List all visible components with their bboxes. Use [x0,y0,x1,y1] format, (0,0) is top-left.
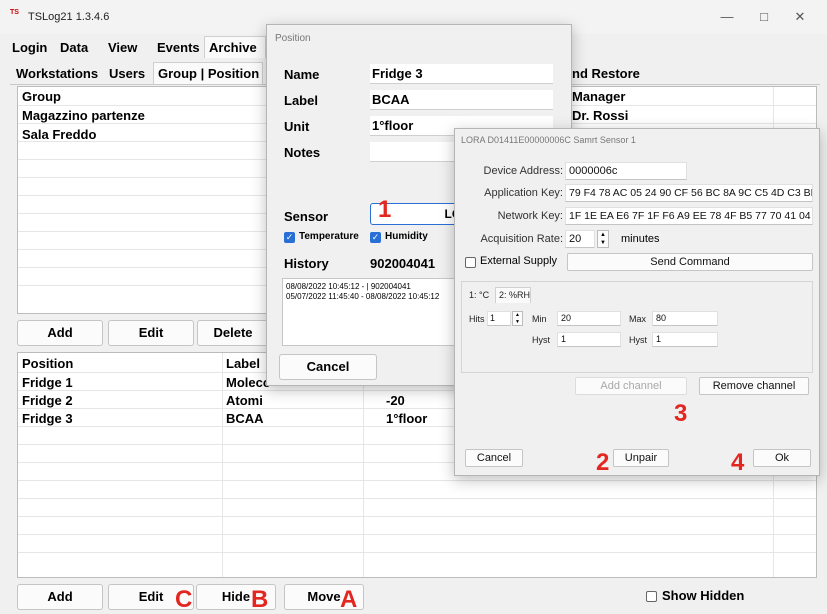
add-channel-button[interactable]: Add channel [575,377,687,395]
tab-workstations[interactable]: Workstations [16,66,98,81]
humidity-label: Humidity [385,231,428,242]
app-key-label: Application Key: [484,187,563,199]
max-field[interactable]: 80 [652,311,718,326]
hyst-max-label: Hyst [629,335,647,345]
hyst-min-label: Hyst [532,335,550,345]
lora-sensor-dialog: LORA D01411E00000006C Samrt Sensor 1 Dev… [454,128,820,476]
app-logo-icon: TS [10,9,19,16]
temperature-checkbox[interactable]: ✓ [284,232,295,243]
annotation-marker-4: 4 [731,449,745,476]
table-row-unit: 1°floor [386,411,428,426]
menu-data[interactable]: Data [60,40,88,55]
table-row-unit: -20 [386,393,405,408]
label-header: Label [226,356,260,371]
tab-group-position[interactable]: Group | Position [158,66,259,81]
hits-field[interactable]: 1 [487,311,511,326]
acquisition-rate-unit: minutes [621,233,660,245]
remove-channel-button[interactable]: Remove channel [699,377,809,395]
unit-label: Unit [284,119,310,134]
annotation-marker-3: 3 [674,400,688,427]
hyst-max-field[interactable]: 1 [652,332,718,347]
delete-group-button[interactable]: Delete [197,320,269,346]
humidity-checkbox[interactable]: ✓ [370,232,381,243]
add-position-button[interactable]: Add [17,584,103,610]
table-row-label: BCAA [226,411,264,426]
min-label: Min [532,314,547,324]
add-group-button[interactable]: Add [17,320,103,346]
table-row[interactable]: Fridge 1 [22,375,73,390]
hits-stepper[interactable]: ▲ ▼ [512,311,523,326]
show-hidden-label: Show Hidden [662,588,745,603]
table-row[interactable]: Sala Freddo [22,127,96,142]
tab-channel-2[interactable]: 2: %RH [499,290,530,300]
label-field[interactable]: BCAA [370,90,553,110]
external-supply-checkbox[interactable] [465,257,476,268]
device-address-label: Device Address: [483,165,563,177]
device-address-field[interactable]: 0000006c [565,162,687,180]
lora-dialog-title: LORA D01411E00000006C Samrt Sensor 1 [461,135,636,145]
table-row[interactable]: Dr. Rossi [572,108,628,123]
annotation-marker-1: 1 [378,196,392,223]
notes-label: Notes [284,145,321,160]
name-field[interactable]: Fridge 3 [370,64,553,84]
minimize-icon[interactable]: — [715,8,739,26]
sensor-label: Sensor [284,209,329,224]
table-row[interactable]: Magazzino partenze [22,108,145,123]
table-row-label: Molecc [226,375,271,390]
annotation-marker-a: A [340,586,358,613]
network-key-label: Network Key: [497,210,563,222]
min-field[interactable]: 20 [557,311,621,326]
send-command-button[interactable]: Send Command [567,253,813,271]
position-cancel-button[interactable]: Cancel [279,354,377,380]
app-key-field[interactable]: 79 F4 78 AC 05 24 90 CF 56 BC 8A 9C C5 4… [565,184,813,202]
position-header: Position [22,356,74,371]
acquisition-rate-field[interactable]: 20 [565,230,595,248]
table-row[interactable]: Fridge 3 [22,411,73,426]
acquisition-rate-stepper[interactable]: ▲ ▼ [597,230,609,248]
list-item[interactable]: 08/08/2022 10:45:12 - | 902004041 [286,282,411,291]
label-label: Label [284,93,318,108]
lora-cancel-button[interactable]: Cancel [465,449,523,467]
menu-login[interactable]: Login [12,40,47,55]
tab-users[interactable]: Users [109,66,145,81]
menu-archive[interactable]: Archive [209,40,257,55]
show-hidden-checkbox[interactable] [646,591,657,602]
temperature-label: Temperature [299,231,359,242]
table-row[interactable]: Fridge 2 [22,393,73,408]
tab-channel-1[interactable]: 1: °C [469,290,489,300]
hits-label: Hits [469,314,485,324]
unpair-button[interactable]: Unpair [613,449,669,467]
close-icon[interactable]: ✕ [788,8,812,26]
ok-button[interactable]: Ok [753,449,811,467]
list-item[interactable]: 05/07/2022 11:45:40 - 08/08/2022 10:45:1… [286,292,439,301]
group-header: Group [22,89,61,104]
menu-events[interactable]: Events [157,40,200,55]
tab-backup-restore[interactable]: nd Restore [572,66,640,81]
edit-group-button[interactable]: Edit [108,320,194,346]
window-title: TSLog21 1.3.4.6 [28,11,110,23]
network-key-field[interactable]: 1F 1E EA E6 7F 1F F6 A9 EE 78 4F B5 77 7… [565,207,813,225]
maximize-icon[interactable]: □ [752,8,776,26]
acquisition-rate-label: Acquisition Rate: [480,233,563,245]
hyst-min-field[interactable]: 1 [557,332,621,347]
history-value: 902004041 [370,256,436,271]
annotation-marker-2: 2 [596,449,610,476]
menu-view[interactable]: View [108,40,137,55]
annotation-marker-c: C [175,586,193,613]
name-label: Name [284,67,320,82]
position-dialog-title: Position [275,33,311,44]
max-label: Max [629,314,647,324]
manager-header: Manager [572,89,626,104]
history-label: History [284,256,329,271]
table-row-label: Atomi [226,393,263,408]
annotation-marker-b: B [251,586,269,613]
external-supply-label: External Supply [480,255,558,267]
